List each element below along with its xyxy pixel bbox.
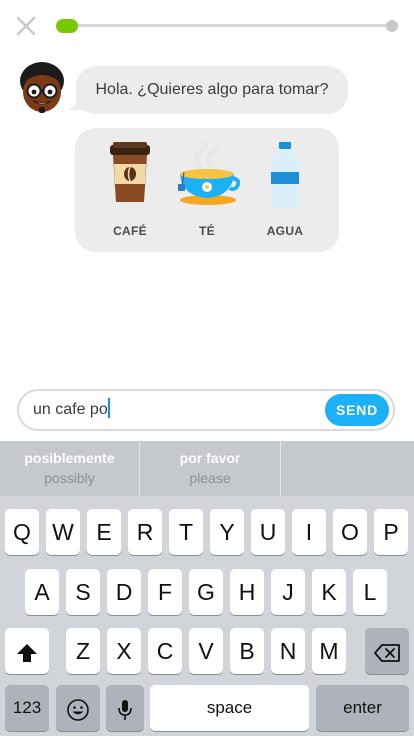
message-input-container: un cafe po SEND [17,389,395,431]
option-label: TÉ [199,224,215,238]
key-a[interactable]: A [25,569,59,615]
send-button[interactable]: SEND [325,394,389,426]
key-t[interactable]: T [169,509,203,555]
backspace-icon [374,644,400,662]
key-z[interactable]: Z [66,628,100,674]
key-o[interactable]: O [333,509,367,555]
option-label: CAFÉ [113,224,147,238]
key-v[interactable]: V [189,628,223,674]
key-m[interactable]: M [312,628,346,674]
suggestion-translation: possibly [44,470,95,486]
close-icon [16,16,36,36]
option-coffee[interactable]: CAFÉ [90,142,170,242]
key-d[interactable]: D [107,569,141,615]
option-water[interactable]: AGUA [245,142,325,242]
lesson-progress-bar [56,19,398,33]
text-caret [107,398,110,419]
suggestion-posiblemente[interactable]: posiblemente possibly [0,441,139,496]
key-y[interactable]: Y [210,509,244,555]
suggestion-empty-slot[interactable] [281,441,414,496]
option-tea[interactable]: TÉ [167,142,247,242]
message-input-text: un cafe po [33,401,108,418]
shift-arrow-icon [17,643,37,662]
coffee-cup-icon [110,142,150,202]
space-key[interactable]: space [150,685,309,731]
key-r[interactable]: R [128,509,162,555]
onscreen-keyboard: Q W E R T Y U I O P A S D F G H J K L Z … [0,496,414,736]
message-input[interactable]: un cafe po [33,391,313,429]
key-e[interactable]: E [87,509,121,555]
emoji-key[interactable] [56,685,100,731]
suggestion-translation: please [189,470,231,486]
numbers-key[interactable]: 123 [5,685,49,731]
key-n[interactable]: N [271,628,305,674]
top-bar [0,0,414,52]
progress-fill [56,19,78,33]
key-u[interactable]: U [251,509,285,555]
drink-options-card: CAFÉ TÉ AGUA [75,128,339,252]
water-bottle-icon [271,142,299,208]
suggestion-word: por favor [179,450,241,466]
key-i[interactable]: I [292,509,326,555]
key-w[interactable]: W [46,509,80,555]
enter-key[interactable]: enter [316,685,409,731]
key-x[interactable]: X [107,628,141,674]
backspace-key[interactable] [365,628,409,674]
key-l[interactable]: L [353,569,387,615]
option-label: AGUA [266,224,304,238]
key-q[interactable]: Q [5,509,39,555]
key-h[interactable]: H [230,569,264,615]
suggestion-word: posiblemente [24,450,115,466]
key-b[interactable]: B [230,628,264,674]
progress-track [64,24,392,27]
key-g[interactable]: G [189,569,223,615]
key-p[interactable]: P [374,509,408,555]
key-f[interactable]: F [148,569,182,615]
word-suggestions-bar: posiblemente possibly por favor please [0,441,414,496]
key-j[interactable]: J [271,569,305,615]
close-button[interactable] [12,12,40,40]
key-c[interactable]: C [148,628,182,674]
progress-end-dot [386,20,398,32]
key-k[interactable]: K [312,569,346,615]
dictation-key[interactable] [106,685,144,731]
microphone-icon [118,699,132,720]
emoji-icon [67,699,89,721]
key-s[interactable]: S [66,569,100,615]
suggestion-por-favor[interactable]: por favor please [140,441,280,496]
tea-cup-icon [178,142,240,205]
speech-bubble: Hola. ¿Quieres algo para tomar? [68,66,348,114]
shift-key[interactable] [5,628,49,674]
character-avatar [18,61,66,117]
prompt-text: Hola. ¿Quieres algo para tomar? [95,81,329,98]
